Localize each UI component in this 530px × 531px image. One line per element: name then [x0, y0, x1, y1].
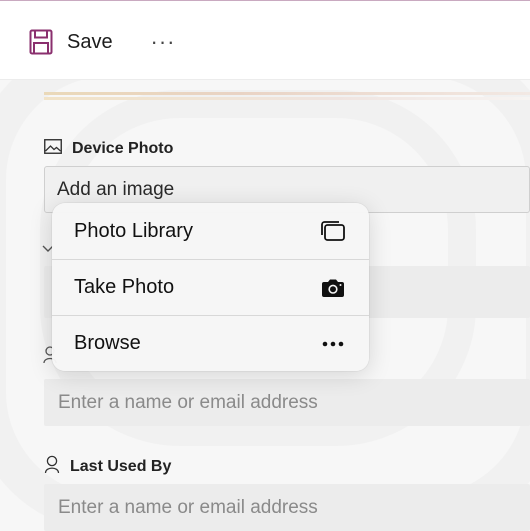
person-icon: [44, 455, 60, 479]
assigned-to-placeholder: Enter a name or email address: [58, 391, 318, 413]
command-bar: Save ···: [0, 1, 530, 80]
camera-icon: [318, 278, 348, 298]
menu-item-label: Browse: [74, 332, 141, 354]
device-photo-label: Device Photo: [44, 139, 173, 159]
last-used-by-placeholder: Enter a name or email address: [58, 496, 318, 518]
save-button[interactable]: Save: [29, 27, 113, 57]
menu-item-label: Photo Library: [74, 219, 193, 242]
assigned-to-input[interactable]: Enter a name or email address: [44, 379, 530, 426]
last-used-by-input[interactable]: Enter a name or email address: [44, 484, 530, 531]
photo-library-icon: [318, 220, 348, 242]
ellipsis-icon: [318, 341, 348, 347]
decorative-strip: [44, 92, 530, 95]
decorative-strip: [44, 97, 530, 100]
image-icon: [44, 139, 62, 159]
save-icon: [29, 29, 53, 55]
save-label: Save: [67, 30, 113, 53]
last-used-by-label: Last Used By: [44, 455, 171, 479]
device-photo-value: Add an image: [57, 178, 175, 200]
menu-item-photo-library[interactable]: Photo Library: [52, 203, 369, 259]
menu-item-label: Take Photo: [74, 276, 175, 298]
menu-item-take-photo[interactable]: Take Photo: [52, 259, 369, 315]
ellipsis-icon: ···: [150, 29, 176, 54]
more-options-button[interactable]: ···: [146, 27, 180, 57]
add-image-menu: Photo Library Take Photo Browse: [52, 203, 369, 371]
menu-item-browse[interactable]: Browse: [52, 315, 369, 371]
